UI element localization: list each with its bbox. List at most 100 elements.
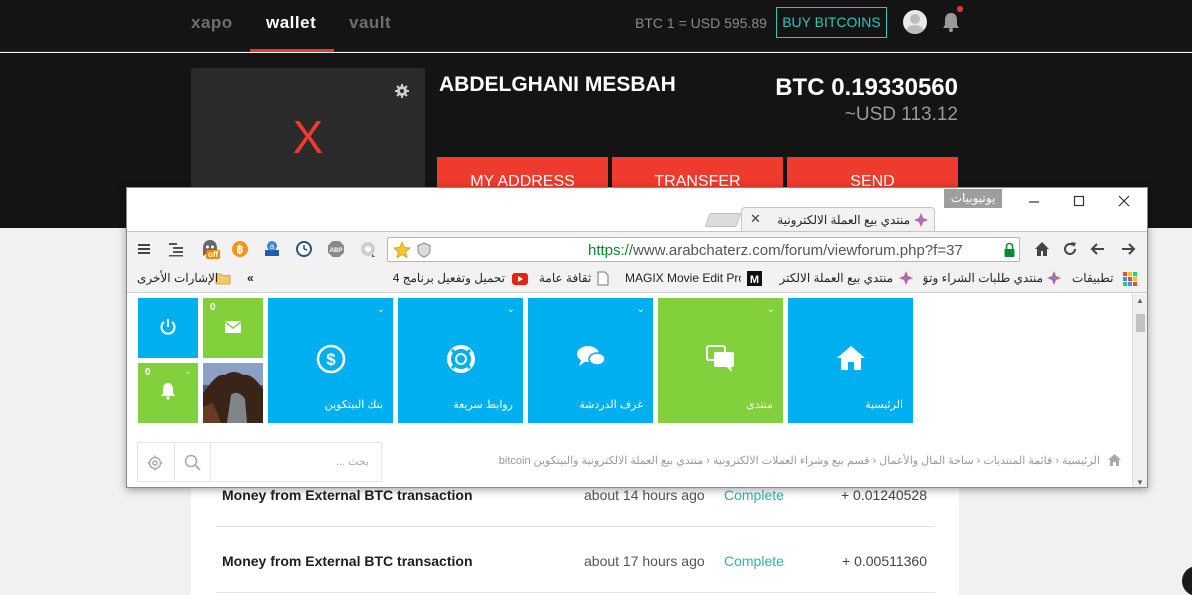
browser-toolbar: off ฿ a ABP https://www.arabchaterz.com/… [127,231,1147,265]
logout-tile[interactable] [138,298,198,358]
notification-bell-icon[interactable] [941,11,961,33]
nav-wallet-link[interactable]: wallet [266,13,316,33]
extension-list-icon[interactable] [167,240,185,258]
chat-rooms-tile[interactable]: ⌄ غرف الدردشة [528,298,653,423]
browser-window: يوتيوبيات ✕ منتدي بيع العملة الالكترونية… [126,187,1148,488]
bookmark-item[interactable]: MAGIX Movie Edit Pro [625,271,741,285]
ghostery-extension-icon[interactable]: off [199,238,221,260]
chevron-down-icon: ⌄ [766,304,775,315]
svg-text:ABP: ABP [330,248,343,254]
tile-label: الرئيسية [865,399,903,411]
scroll-down-icon[interactable]: ▼ [1136,478,1144,487]
card-settings-gear-icon[interactable] [395,84,409,98]
svg-text:$: $ [326,350,336,369]
bookmark-other[interactable]: الإشارات الأخرى [137,271,218,285]
forward-icon[interactable] [1119,240,1137,258]
chevron-down-icon: ⌄ [184,366,192,376]
bookmark-item[interactable]: تحميل وتفعيل برنامج 4 [393,271,505,285]
youtube-icon [512,273,528,285]
bookmark-item[interactable]: ثقافة عامة [539,271,591,285]
scroll-up-icon[interactable]: ▲ [1136,296,1144,305]
card-logo: X [292,111,324,163]
vpn-extension-icon[interactable] [359,240,377,258]
url-text[interactable]: https://www.arabchaterz.com/forum/viewfo… [588,242,963,259]
page-icon [597,271,609,286]
transaction-description: Money from External BTC transaction [222,487,473,503]
site-bookmark-icon [1047,271,1061,285]
settings-gear-icon[interactable] [147,455,163,471]
chevron-down-icon: ⌄ [636,304,645,315]
address-bar[interactable]: https://www.arabchaterz.com/forum/viewfo… [387,237,1020,262]
house-icon [836,346,865,370]
messages-tile[interactable]: 0 [203,298,263,358]
close-window-icon[interactable] [1117,194,1131,208]
search-divider [210,443,211,481]
top-navigation: xapo wallet vault BTC 1 = USD 595.89 BUY… [0,0,1192,52]
back-icon[interactable] [1089,240,1107,258]
transaction-time: about 14 hours ago [584,487,705,503]
envelope-icon [224,321,242,333]
bookmark-item[interactable]: منتدي طلبات الشراء وتق [923,271,1043,285]
transaction-row[interactable]: Money from External BTC transaction abou… [216,527,935,593]
forum-page: 0 0 ⌄ ⌄ $ بنك البيتكوين ⌄ روابط سريعة ⌄ … [127,294,1132,487]
forum-posts-icon [705,345,734,372]
browser-titlebar: يوتيوبيات ✕ منتدي بيع العملة الالكترونية [127,188,1147,232]
bitcoin-extension-icon[interactable]: ฿ [231,240,249,258]
translate-extension-icon[interactable]: a [263,240,281,258]
svg-text:฿: ฿ [237,244,244,256]
maximize-icon[interactable] [1072,194,1086,208]
breadcrumb[interactable]: الرئيسية ‹ قائمة المنتديات ‹ ساحة المال … [449,454,1121,467]
profile-name[interactable]: يوتيوبيات [944,189,1002,208]
nav-vault-link[interactable]: vault [349,13,391,33]
site-bookmark-icon [899,271,913,285]
clock-extension-icon[interactable] [295,240,313,258]
home-icon[interactable] [1033,240,1051,258]
home-tile[interactable]: الرئيسية [788,298,913,423]
chevron-down-icon: ⌄ [506,304,515,315]
notifications-count: 0 [145,367,151,378]
secure-lock-icon[interactable] [1003,242,1016,258]
reload-icon[interactable] [1061,240,1079,258]
forum-search: بحث ... [137,442,382,482]
tile-label: غرف الدردشة [579,399,643,411]
search-divider [174,443,175,481]
search-input[interactable]: بحث ... [336,455,369,468]
tile-label: بنك البيتكوين [324,399,383,411]
nav-xapo-link[interactable]: xapo [191,13,233,33]
active-tab-indicator [250,49,334,52]
bookmark-item[interactable]: منتدي بيع العملة الالكتر [773,271,893,285]
bitcoin-bank-tile[interactable]: ⌄ $ بنك البيتكوين [268,298,393,423]
bookmark-star-icon[interactable] [393,241,411,259]
search-icon[interactable] [184,454,201,471]
minimize-icon[interactable] [1027,194,1041,208]
bookmark-more[interactable]: » [247,271,254,285]
transaction-amount: + 0.01240528 [840,487,927,503]
scroll-thumb[interactable] [1136,314,1145,332]
chrome-menu-icon[interactable] [135,240,153,258]
power-icon [160,319,176,335]
user-avatar[interactable] [903,10,927,34]
page-scrollbar[interactable]: ▲ ▼ [1132,294,1147,487]
transaction-time: about 17 hours ago [584,553,705,569]
adblock-plus-icon[interactable]: ABP [327,240,345,258]
extension-off-badge: off [206,250,221,259]
url-scheme: https:// [588,242,634,259]
notification-dot [957,6,963,12]
transaction-description: Money from External BTC transaction [222,553,473,569]
buy-bitcoins-button[interactable]: BUY BITCOINS [776,7,887,38]
shield-icon[interactable] [416,242,432,258]
browser-tab[interactable]: ✕ منتدي بيع العملة الالكترونية [741,207,935,232]
notifications-tile[interactable]: 0 ⌄ [138,363,198,423]
forum-tile[interactable]: ⌄ منتدى [658,298,783,423]
dollar-icon: $ [316,344,345,374]
bell-icon [161,383,175,400]
close-tab-icon[interactable]: ✕ [750,211,761,227]
avatar-photo [203,363,263,423]
user-avatar-tile[interactable] [203,363,263,423]
apps-grid-icon[interactable] [1123,272,1137,286]
new-tab-button[interactable] [704,213,742,227]
messages-count: 0 [210,302,216,313]
bookmark-apps[interactable]: تطبيقات [1072,271,1113,285]
transaction-status: Complete [724,553,784,569]
quick-links-tile[interactable]: ⌄ روابط سريعة [398,298,523,423]
